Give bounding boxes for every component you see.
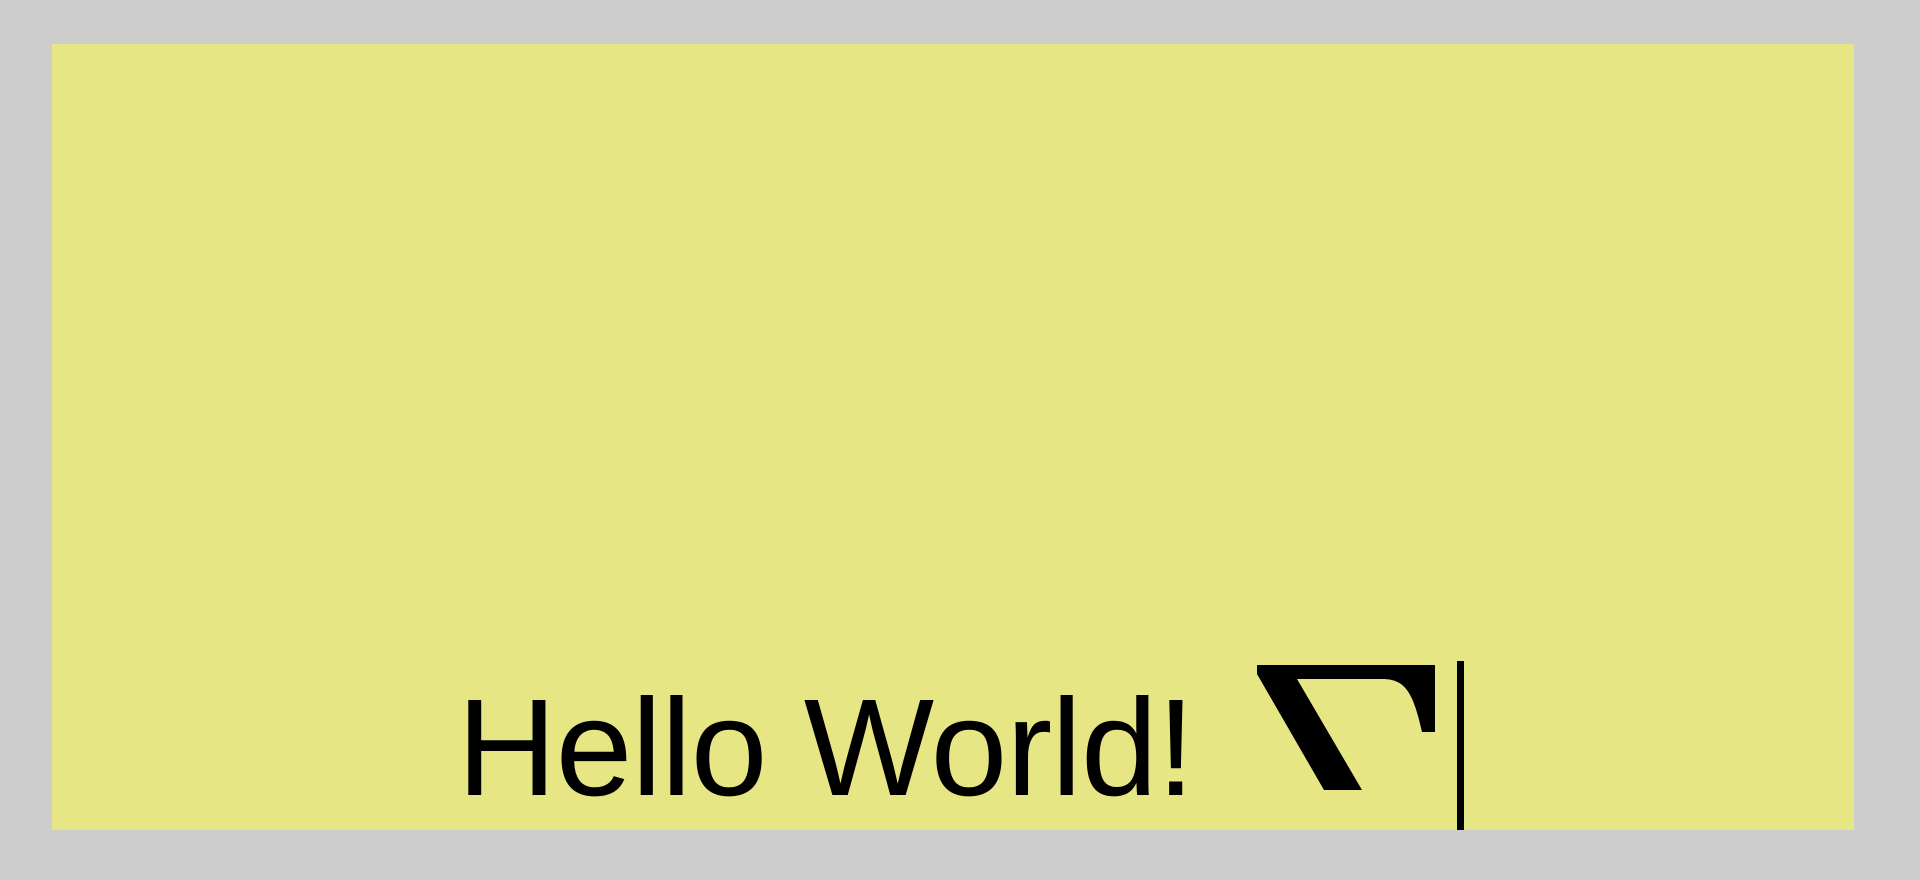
corner-glyph-icon	[1257, 665, 1435, 790]
hello-world-text: Hello World!	[457, 671, 1195, 825]
window-frame: Hello World!	[0, 0, 1920, 880]
text-cursor-icon	[1457, 661, 1464, 830]
text-canvas[interactable]: Hello World!	[52, 44, 1854, 830]
